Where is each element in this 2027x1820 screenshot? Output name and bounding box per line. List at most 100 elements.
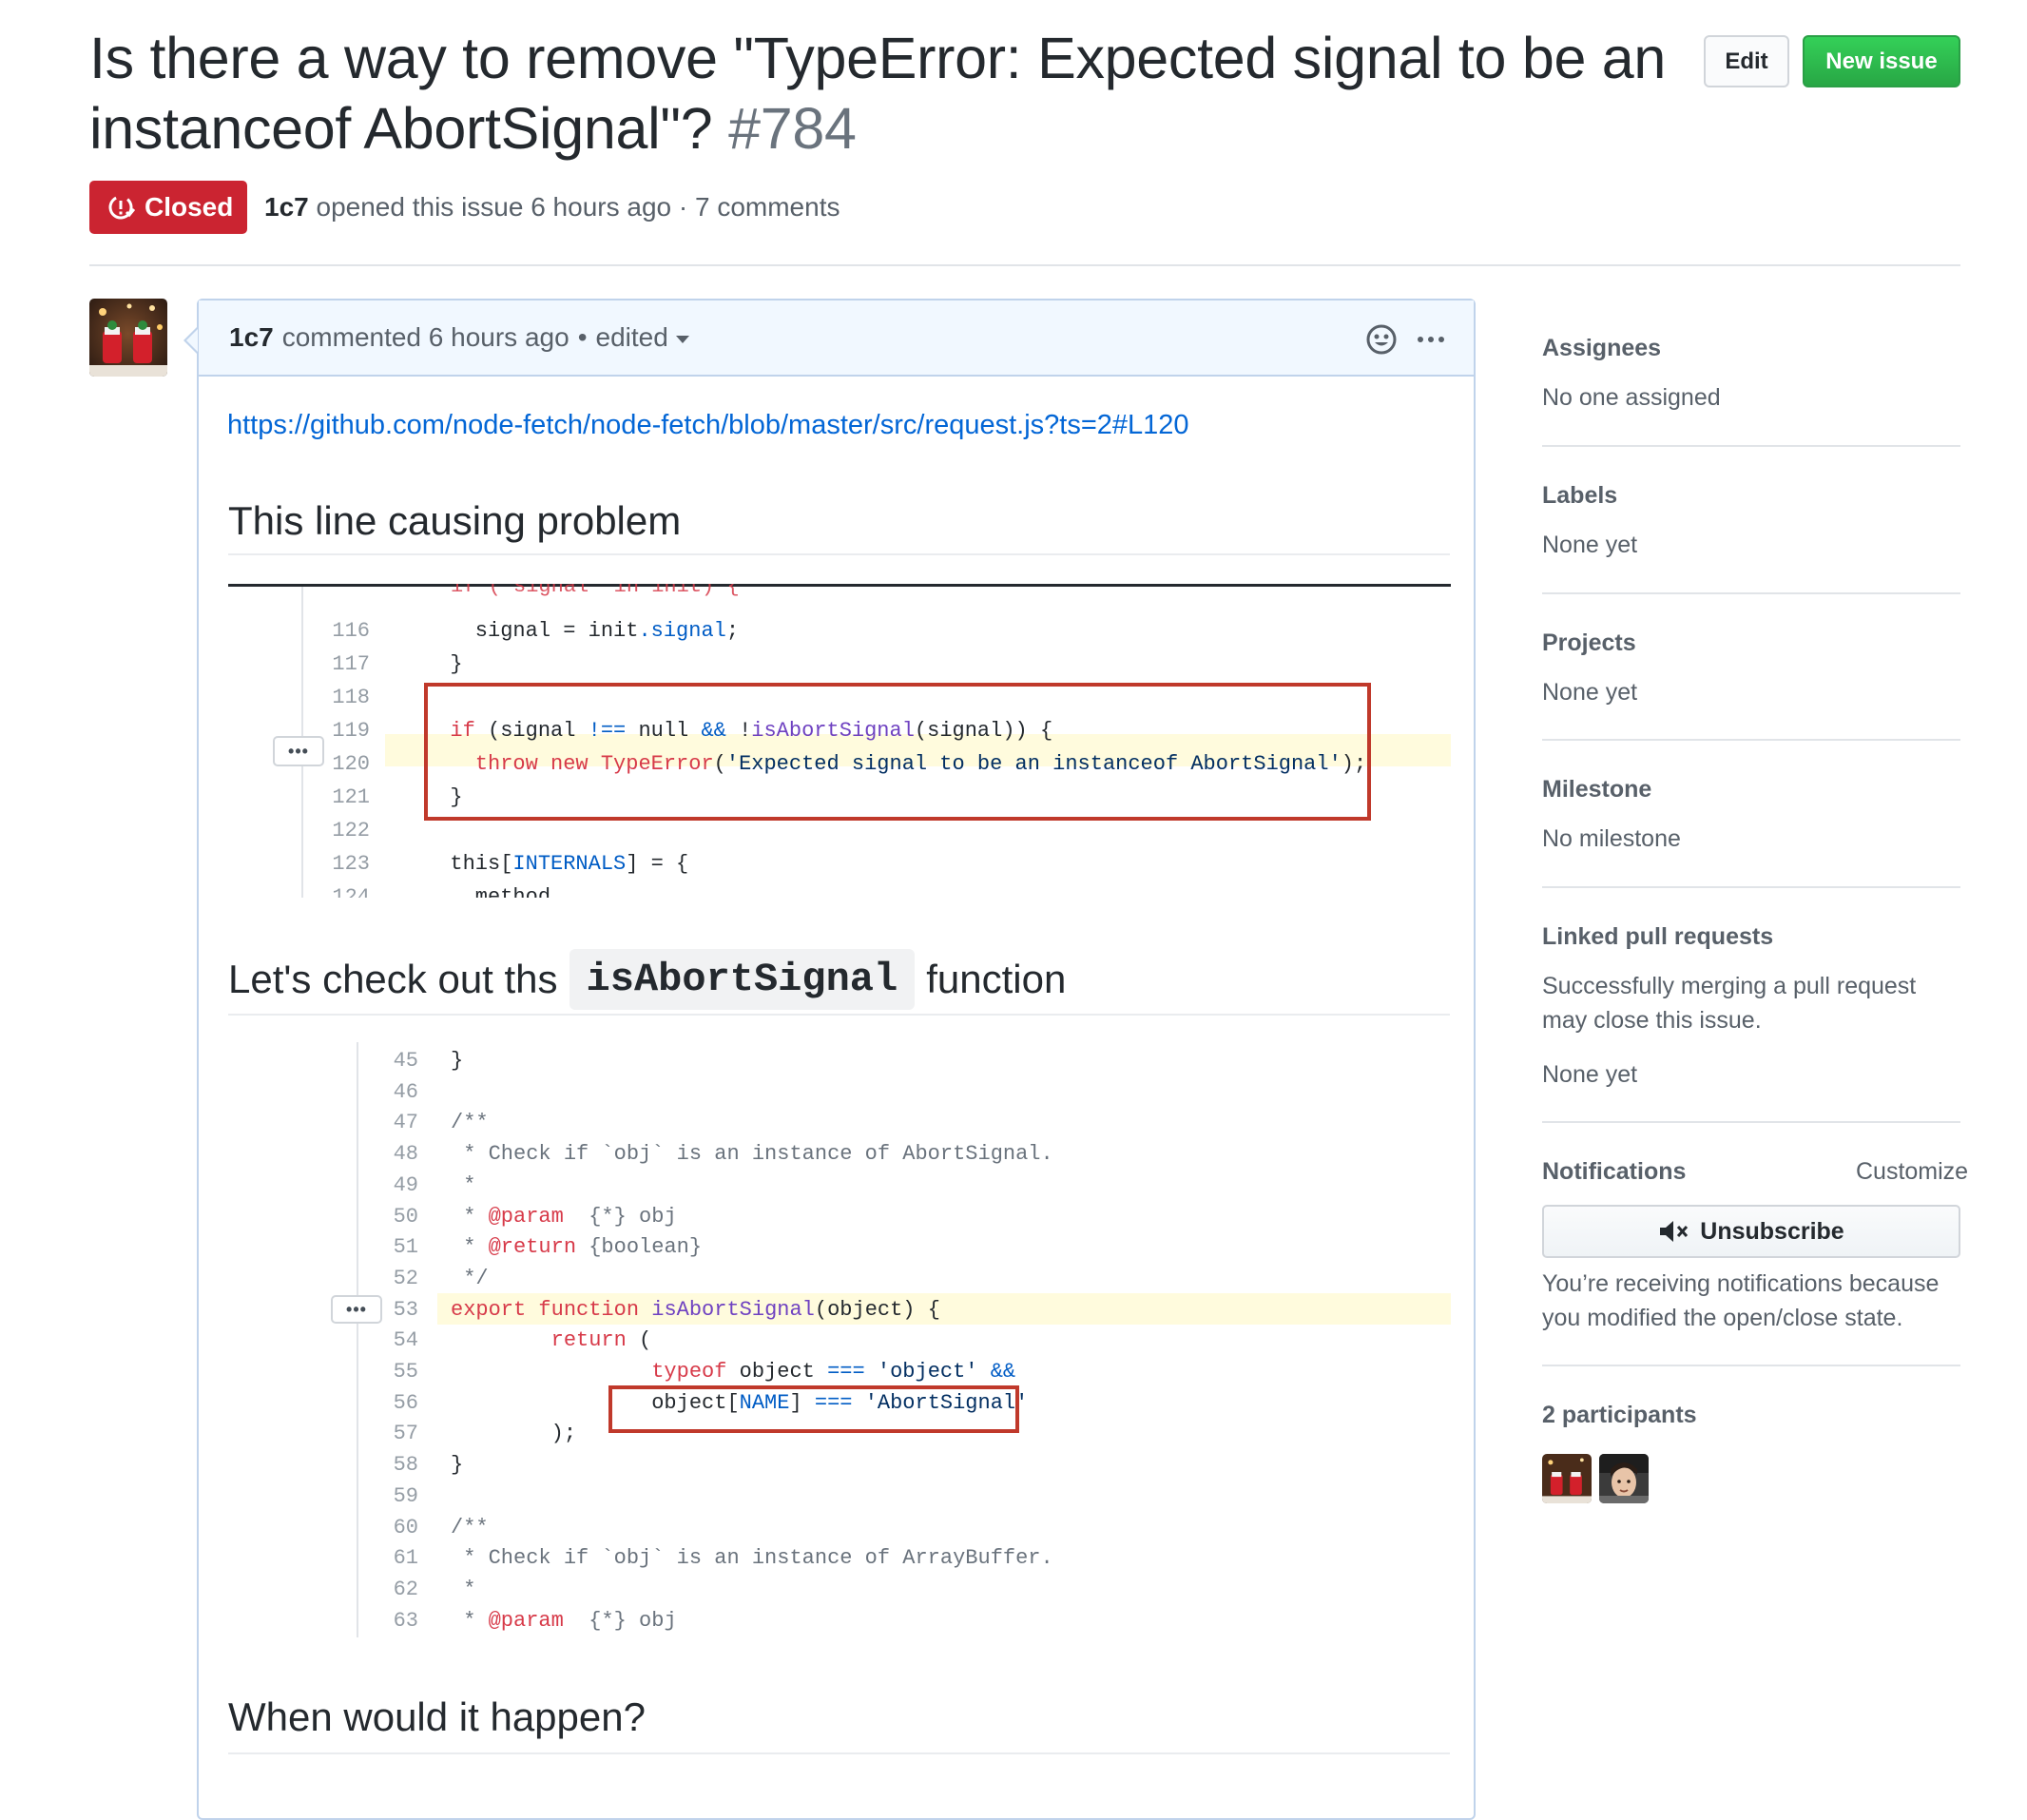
linked-prs-value: None yet [1542, 1061, 1638, 1088]
customize-link[interactable]: Customize [1856, 1154, 1968, 1189]
line-number[interactable]: 121 [317, 781, 370, 814]
projects-value: None yet [1542, 679, 1638, 706]
smiley-icon [1366, 324, 1397, 355]
line-number[interactable]: 56 [365, 1386, 418, 1420]
source-link[interactable]: https://github.com/node-fetch/node-fetch… [227, 406, 1189, 444]
line-number[interactable]: 54 [365, 1324, 418, 1357]
code-text: * Check if `obj` is an instance of Array… [451, 1546, 1053, 1571]
comment-timestamp[interactable]: commented 6 hours ago [282, 319, 569, 357]
line-number[interactable]: 47 [365, 1106, 418, 1139]
line-number[interactable]: 119 [317, 714, 370, 747]
line-number[interactable]: 59 [365, 1480, 418, 1513]
labels-title[interactable]: Labels [1542, 478, 1617, 513]
line-options-button[interactable]: ••• [273, 736, 324, 766]
code-text: * [451, 1577, 476, 1601]
line-number[interactable]: 52 [365, 1262, 418, 1295]
line-options-button[interactable]: ••• [331, 1295, 382, 1324]
linked-prs-desc-2: may close this issue. [1542, 1007, 1762, 1034]
code-screenshot-2: 45} 46 47 /** 48 * Check if `obj` is an inst… [323, 1042, 1451, 1641]
add-reaction-button[interactable] [1364, 322, 1399, 357]
unsubscribe-button[interactable]: Unsubscribe [1542, 1205, 1960, 1258]
issue-number: #784 [728, 96, 857, 161]
issue-author-link[interactable]: 1c7 [264, 192, 309, 222]
heading-problem-line: This line causing problem [228, 498, 682, 543]
code-text: * @param {*} obj [451, 1204, 677, 1229]
sidebar-divider [1542, 886, 1960, 888]
participant-avatar-1[interactable] [1542, 1454, 1592, 1503]
code-text: /** [451, 1111, 489, 1135]
milestone-title[interactable]: Milestone [1542, 772, 1651, 806]
heading-when-happen: When would it happen? [228, 1694, 646, 1739]
code-text: } [451, 1453, 464, 1478]
highlight-box-2 [608, 1385, 1019, 1433]
comment-bullet: • [577, 322, 588, 352]
code-text: * Check if `obj` is an instance of Abort… [451, 1142, 1053, 1167]
edited-dropdown[interactable]: edited [596, 319, 689, 357]
screenshot-top-border [228, 584, 1451, 587]
linked-prs-desc-1: Successfully merging a pull request [1542, 973, 1917, 999]
comment-author-avatar[interactable] [89, 299, 167, 377]
projects-title[interactable]: Projects [1542, 626, 1636, 660]
line-number[interactable]: 63 [365, 1604, 418, 1637]
line-number[interactable]: 62 [365, 1573, 418, 1606]
participant-avatar-2[interactable] [1599, 1454, 1649, 1503]
code-text: } [451, 1049, 464, 1073]
comment-author-link[interactable]: 1c7 [229, 319, 274, 357]
line-number[interactable]: 60 [365, 1511, 418, 1544]
line-number[interactable]: 116 [317, 614, 370, 648]
heading-rule [228, 553, 1450, 555]
line-number[interactable]: 61 [365, 1541, 418, 1575]
issue-meta-text: opened this issue 6 hours ago · 7 commen… [316, 192, 840, 222]
linked-prs-title[interactable]: Linked pull requests [1542, 920, 1773, 954]
code-text: this[INTERNALS] = { [425, 852, 689, 876]
line-number[interactable]: 58 [365, 1448, 418, 1481]
comment-options-button[interactable] [1416, 328, 1446, 351]
new-issue-button[interactable]: New issue [1803, 35, 1960, 87]
issue-title: Is there a way to remove "TypeError: Exp… [89, 23, 1687, 164]
state-label: Closed [145, 192, 234, 222]
line-number[interactable]: 124 [317, 881, 370, 898]
heading-2-after: function [926, 957, 1067, 1001]
header-divider [89, 264, 1960, 266]
code-text: return ( [550, 1328, 652, 1353]
line-number[interactable]: 120 [317, 747, 370, 781]
line-number[interactable]: 45 [365, 1044, 418, 1077]
heading-check-function: Let's check out ths isAbortSignal functi… [228, 949, 1066, 1010]
line-number[interactable]: 122 [317, 814, 370, 847]
code-text: ); [451, 1422, 577, 1446]
edited-label: edited [595, 322, 668, 352]
heading-2-before: Let's check out ths [228, 957, 558, 1001]
chevron-down-icon [675, 336, 689, 343]
heading-rule [228, 1014, 1450, 1016]
partial-code-line: if ('signal' in init) { [451, 584, 740, 598]
line-number[interactable]: 118 [317, 681, 370, 714]
issue-closed-icon [108, 195, 135, 220]
line-number[interactable]: 50 [365, 1200, 418, 1233]
sidebar-divider [1542, 445, 1960, 447]
comment-caret-inner [186, 329, 198, 352]
code-text: method, [425, 885, 564, 898]
line-number[interactable]: 57 [365, 1417, 418, 1450]
line-number[interactable]: 117 [317, 648, 370, 681]
line-number[interactable]: 48 [365, 1137, 418, 1171]
closed-state-badge: Closed [89, 181, 247, 234]
milestone-value: No milestone [1542, 825, 1681, 852]
assignees-value: No one assigned [1542, 384, 1721, 411]
line-number[interactable]: 123 [317, 847, 370, 881]
edit-button[interactable]: Edit [1704, 35, 1789, 87]
line-number[interactable]: 55 [365, 1355, 418, 1388]
assignees-title[interactable]: Assignees [1542, 331, 1661, 365]
line-number[interactable]: 49 [365, 1169, 418, 1202]
inline-code-isabortsignal: isAbortSignal [569, 949, 916, 1010]
code-text: /** [451, 1515, 489, 1539]
code-text: * [451, 1172, 476, 1197]
code-text: typeof object === 'object' && [651, 1360, 1016, 1384]
code-text: } [425, 652, 463, 676]
code-text: * @return {boolean} [451, 1235, 703, 1260]
kebab-icon [1418, 337, 1444, 342]
labels-value: None yet [1542, 532, 1638, 558]
participants-title: 2 participants [1542, 1402, 1697, 1428]
line-number[interactable]: 51 [365, 1230, 418, 1264]
sidebar-divider [1542, 1121, 1960, 1123]
line-number[interactable]: 46 [365, 1075, 418, 1109]
